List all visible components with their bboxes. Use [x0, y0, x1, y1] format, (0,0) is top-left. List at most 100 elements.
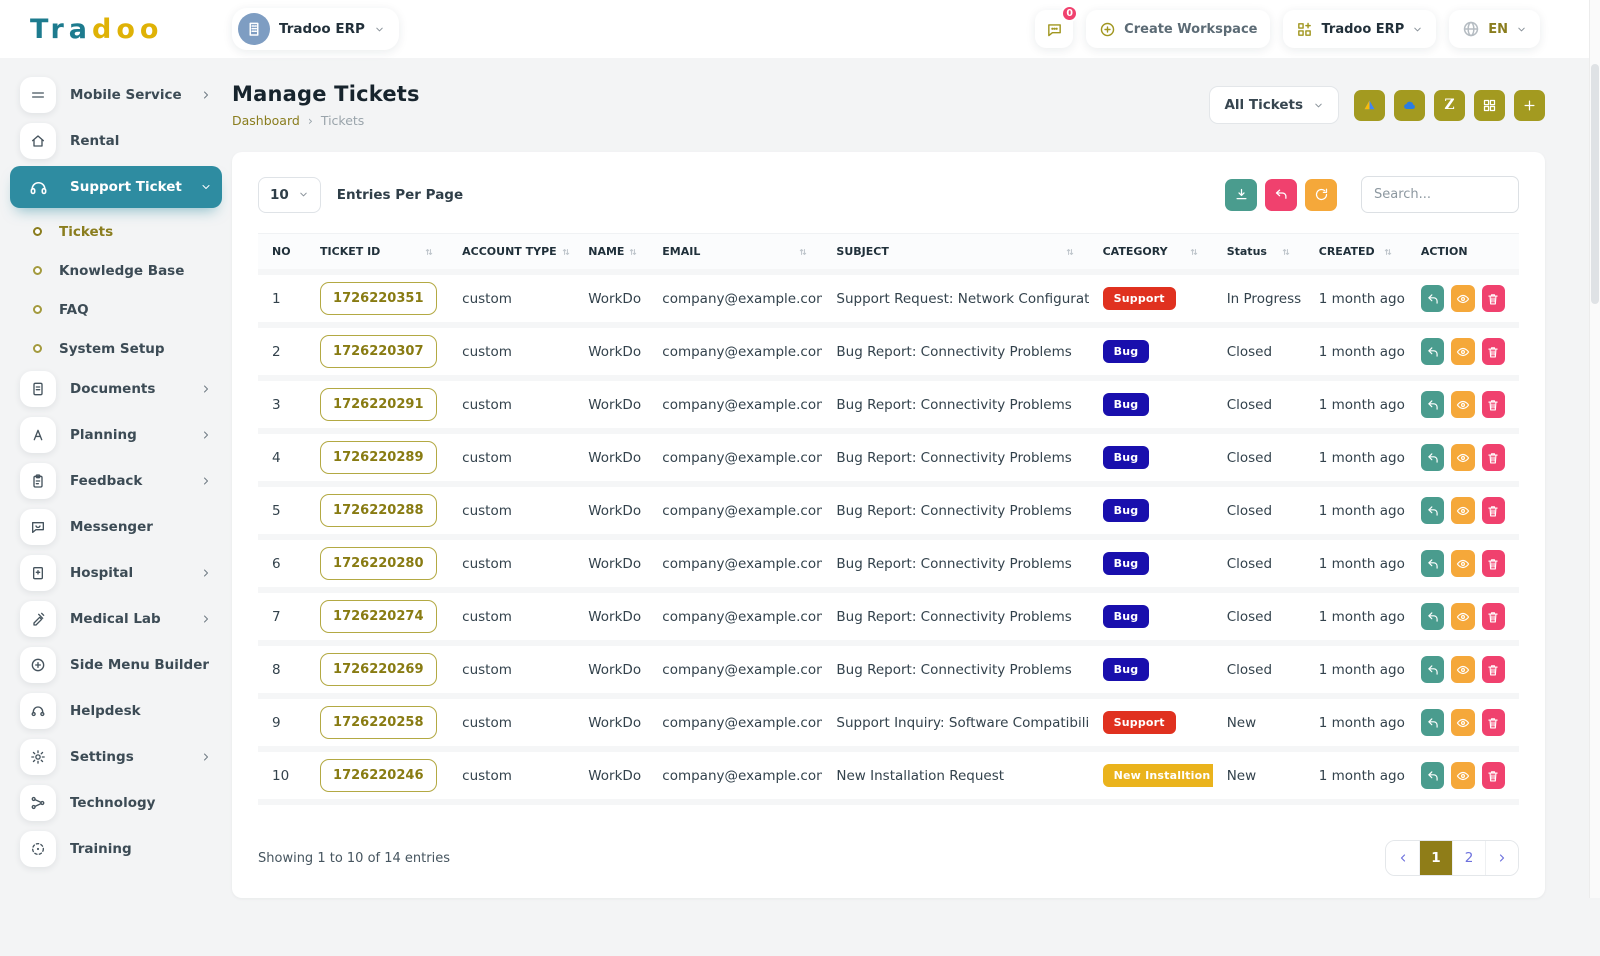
column-header-account-type[interactable]: ACCOUNT TYPE	[448, 233, 574, 275]
reply-button[interactable]	[1421, 550, 1444, 577]
delete-button[interactable]	[1482, 497, 1505, 524]
create-workspace-button[interactable]: Create Workspace	[1086, 10, 1270, 48]
language-selector[interactable]: EN	[1449, 10, 1540, 48]
ticket-filter-dropdown[interactable]: All Tickets	[1209, 86, 1339, 124]
delete-button[interactable]	[1482, 391, 1505, 418]
sidebar-subitem-system-setup[interactable]: System Setup	[10, 329, 222, 368]
ticket-id-pill[interactable]: 1726220351	[320, 282, 436, 315]
view-button[interactable]	[1451, 338, 1474, 365]
delete-button[interactable]	[1482, 285, 1505, 312]
ticket-id-pill[interactable]: 1726220289	[320, 441, 436, 474]
ticket-id-pill[interactable]: 1726220246	[320, 759, 436, 792]
sort-icon[interactable]	[798, 247, 808, 257]
sort-icon[interactable]	[424, 247, 434, 257]
delete-button[interactable]	[1482, 656, 1505, 683]
reply-button[interactable]	[1421, 391, 1444, 418]
plus-button[interactable]	[1514, 90, 1545, 121]
sort-icon[interactable]	[1383, 247, 1393, 257]
reply-button[interactable]	[1421, 338, 1444, 365]
delete-button[interactable]	[1482, 762, 1505, 789]
scrollbar-thumb[interactable]	[1591, 64, 1599, 304]
sidebar-item-technology[interactable]: Technology	[10, 782, 222, 824]
ticket-id-pill[interactable]: 1726220274	[320, 600, 436, 633]
view-button[interactable]	[1451, 709, 1474, 736]
sidebar-item-hospital[interactable]: Hospital	[10, 552, 222, 594]
brand-logo[interactable]: Tradoo	[0, 14, 232, 45]
sidebar-subitem-faq[interactable]: FAQ	[10, 290, 222, 329]
sort-icon[interactable]	[628, 247, 638, 257]
delete-button[interactable]	[1482, 444, 1505, 471]
delete-button[interactable]	[1482, 709, 1505, 736]
reply-button[interactable]	[1421, 709, 1444, 736]
sidebar-subitem-knowledge-base[interactable]: Knowledge Base	[10, 251, 222, 290]
sort-icon[interactable]	[561, 247, 571, 257]
sidebar-item-rental[interactable]: Rental	[10, 120, 222, 162]
column-header-ticket-id[interactable]: TICKET ID	[306, 233, 448, 275]
entries-per-page-select[interactable]: 10	[258, 177, 321, 213]
messages-button[interactable]: 0	[1035, 10, 1073, 48]
view-button[interactable]	[1451, 603, 1474, 630]
ticket-id-pill[interactable]: 1726220258	[320, 706, 436, 739]
sidebar-item-messenger[interactable]: Messenger	[10, 506, 222, 548]
pagination-page-2[interactable]: 2	[1452, 841, 1485, 875]
view-button[interactable]	[1451, 497, 1474, 524]
workspace-pill[interactable]: Tradoo ERP	[232, 8, 399, 50]
page-scrollbar[interactable]	[1589, 0, 1600, 898]
eye-icon	[1456, 663, 1470, 677]
pagination-next[interactable]	[1485, 841, 1518, 875]
view-button[interactable]	[1451, 391, 1474, 418]
column-header-name[interactable]: NAME	[574, 233, 648, 275]
sort-icon[interactable]	[1189, 247, 1199, 257]
sidebar-item-label: Planning	[70, 427, 137, 443]
sidebar-item-side-menu-builder[interactable]: Side Menu Builder	[10, 644, 222, 686]
download-button[interactable]	[1225, 179, 1257, 211]
column-header-created[interactable]: CREATED	[1305, 233, 1407, 275]
pagination-prev[interactable]	[1386, 841, 1419, 875]
onedrive-button[interactable]	[1394, 90, 1425, 121]
ticket-id-pill[interactable]: 1726220280	[320, 547, 436, 580]
pagination-page-1[interactable]: 1	[1419, 841, 1452, 875]
ticket-id-pill[interactable]: 1726220288	[320, 494, 436, 527]
sort-icon[interactable]	[1065, 247, 1075, 257]
view-button[interactable]	[1451, 444, 1474, 471]
column-header-status[interactable]: Status	[1213, 233, 1305, 275]
sidebar-item-helpdesk[interactable]: Helpdesk	[10, 690, 222, 732]
reply-button[interactable]	[1421, 656, 1444, 683]
view-button[interactable]	[1451, 285, 1474, 312]
google-drive-button[interactable]	[1354, 90, 1385, 121]
view-button[interactable]	[1451, 656, 1474, 683]
reply-button[interactable]	[1421, 444, 1444, 471]
sidebar-item-medical-lab[interactable]: Medical Lab	[10, 598, 222, 640]
refresh-button[interactable]	[1305, 179, 1337, 211]
grid-button[interactable]	[1474, 90, 1505, 121]
ticket-id-pill[interactable]: 1726220269	[320, 653, 436, 686]
column-header-category[interactable]: CATEGORY	[1089, 233, 1213, 275]
sidebar-item-planning[interactable]: Planning	[10, 414, 222, 456]
sidebar-item-feedback[interactable]: Feedback	[10, 460, 222, 502]
view-button[interactable]	[1451, 550, 1474, 577]
reply-button[interactable]	[1421, 603, 1444, 630]
sidebar-item-support-ticket[interactable]: Support Ticket	[10, 166, 222, 208]
sidebar-item-mobile-service[interactable]: Mobile Service	[10, 74, 222, 116]
ticket-id-pill[interactable]: 1726220291	[320, 388, 436, 421]
sidebar-item-settings[interactable]: Settings	[10, 736, 222, 778]
column-header-email[interactable]: EMAIL	[648, 233, 822, 275]
delete-button[interactable]	[1482, 550, 1505, 577]
reply-button[interactable]	[1421, 762, 1444, 789]
sidebar-item-documents[interactable]: Documents	[10, 368, 222, 410]
search-input[interactable]	[1361, 176, 1519, 213]
ticket-id-pill[interactable]: 1726220307	[320, 335, 436, 368]
sort-icon[interactable]	[1281, 247, 1291, 257]
sidebar-item-training[interactable]: Training	[10, 828, 222, 870]
delete-button[interactable]	[1482, 603, 1505, 630]
delete-button[interactable]	[1482, 338, 1505, 365]
workspace-switcher-button[interactable]: Tradoo ERP	[1283, 10, 1436, 48]
reply-button[interactable]	[1421, 285, 1444, 312]
column-header-subject[interactable]: SUBJECT	[822, 233, 1088, 275]
reply-button[interactable]	[1421, 497, 1444, 524]
view-button[interactable]	[1451, 762, 1474, 789]
zendesk-button[interactable]: Z	[1434, 90, 1465, 121]
sidebar-subitem-tickets[interactable]: Tickets	[10, 212, 222, 251]
undo-button[interactable]	[1265, 179, 1297, 211]
breadcrumb-dashboard[interactable]: Dashboard	[232, 113, 300, 128]
